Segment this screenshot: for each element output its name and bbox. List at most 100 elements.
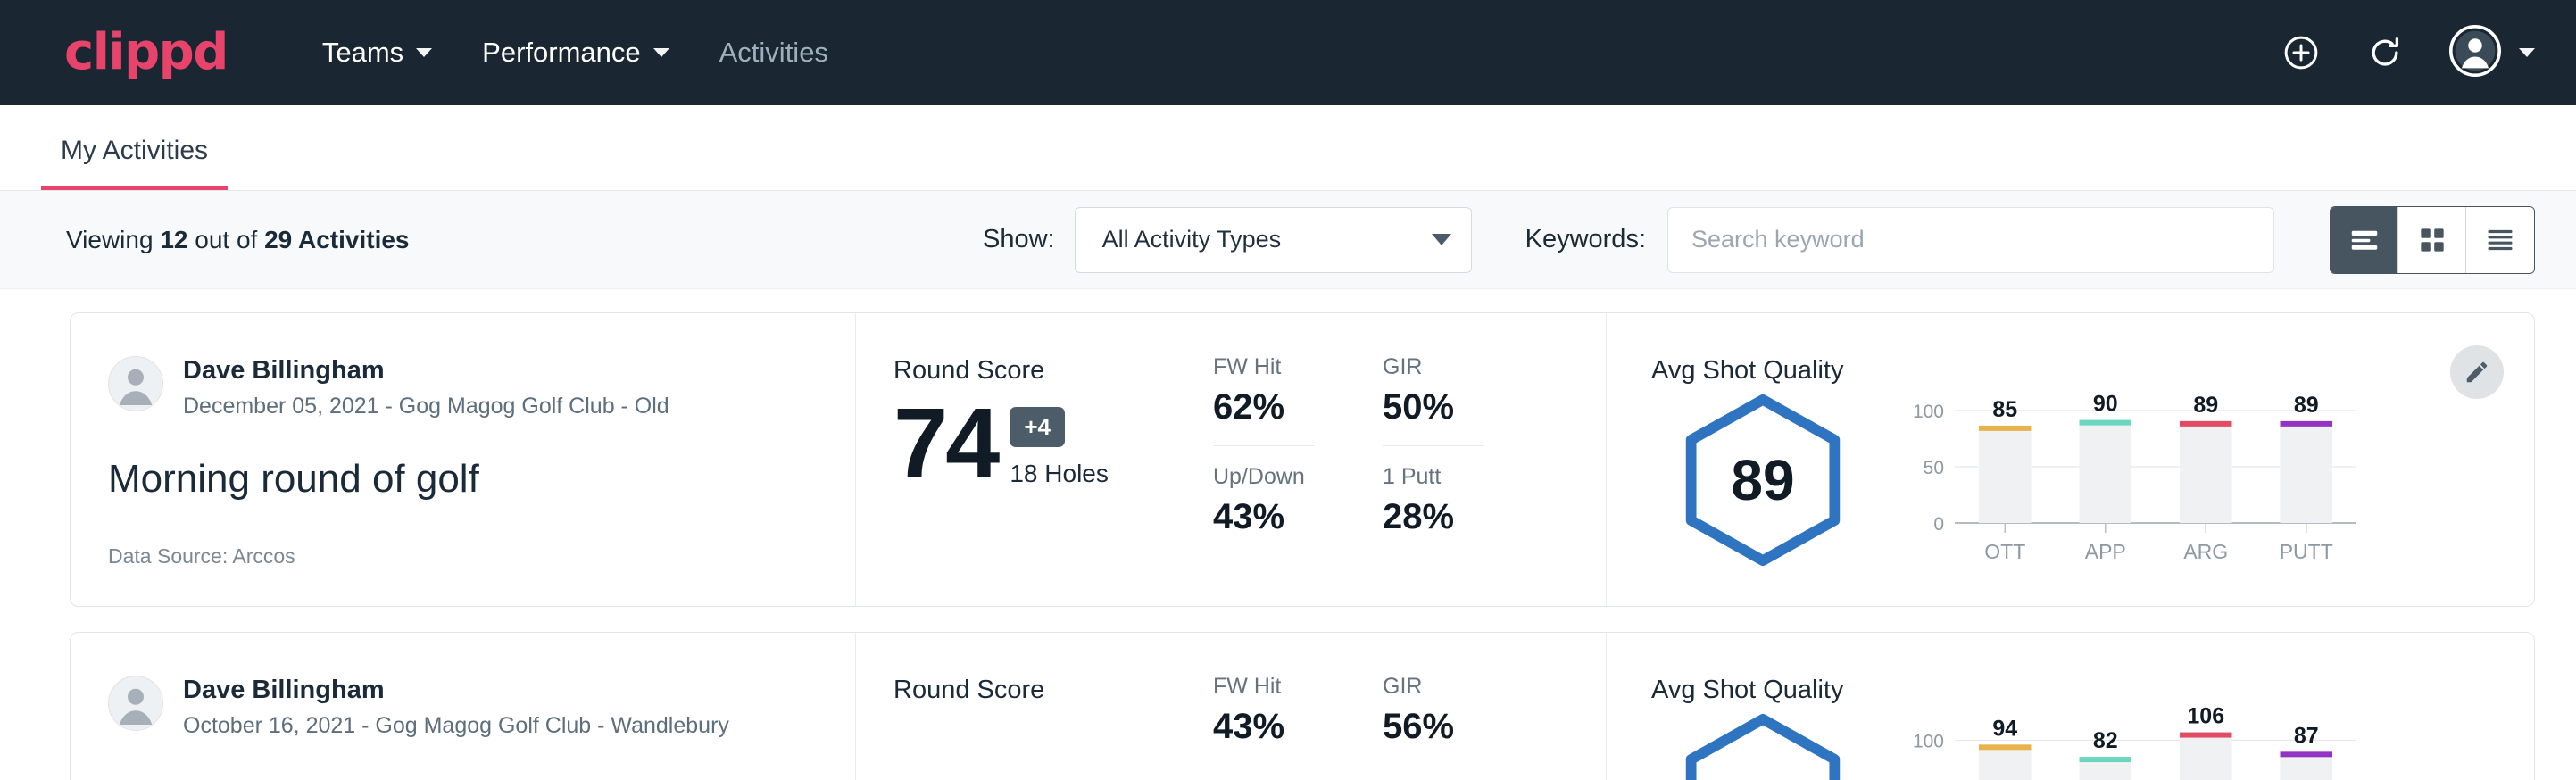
activity-round-score: Round Score 74 +4 18 Holes bbox=[856, 313, 1213, 606]
view-mode-list-button[interactable] bbox=[2331, 207, 2398, 273]
stat-fw-hit: FW Hit 62% Up/Down 43% bbox=[1213, 354, 1347, 606]
tab-my-activities-label: My Activities bbox=[61, 136, 208, 165]
svg-text:PUTT: PUTT bbox=[2280, 540, 2333, 563]
svg-text:0: 0 bbox=[1933, 514, 1944, 535]
stat-gir-label: GIR bbox=[1383, 354, 1517, 380]
view-mode-compact-button[interactable] bbox=[2466, 207, 2534, 273]
viewing-count: 12 bbox=[160, 226, 187, 253]
viewing-prefix: Viewing bbox=[66, 226, 160, 253]
show-label: Show: bbox=[983, 225, 1055, 254]
nav-item-activities-label: Activities bbox=[719, 37, 828, 69]
activity-card[interactable]: Dave Billingham December 05, 2021 - Gog … bbox=[70, 312, 2535, 607]
svg-text:87: 87 bbox=[2294, 723, 2319, 748]
avg-shot-quality-value: 89 bbox=[1675, 393, 1850, 568]
compact-view-icon bbox=[2483, 223, 2517, 257]
activity-user-name: Dave Billingham bbox=[183, 356, 669, 386]
user-menu[interactable] bbox=[2449, 25, 2535, 81]
nav-item-performance-label: Performance bbox=[482, 37, 640, 69]
viewing-mid: out of bbox=[187, 226, 264, 253]
svg-text:89: 89 bbox=[2193, 393, 2218, 418]
keywords-group: Keywords: bbox=[1525, 207, 2274, 273]
svg-text:82: 82 bbox=[2093, 728, 2118, 753]
chevron-down-icon bbox=[1432, 234, 1451, 245]
refresh-icon[interactable] bbox=[2365, 33, 2405, 72]
svg-text:ARG: ARG bbox=[2183, 540, 2228, 563]
viewing-total: 29 Activities bbox=[264, 226, 409, 253]
holes-played: 18 Holes bbox=[1010, 460, 1109, 488]
filter-bar: Viewing 12 out of 29 Activities Show: Al… bbox=[0, 191, 2576, 289]
search-input[interactable] bbox=[1667, 207, 2274, 273]
stat-up-down-label: Up/Down bbox=[1213, 464, 1347, 490]
nav-item-teams-label: Teams bbox=[322, 37, 403, 69]
stat-fw-hit-value: 43% bbox=[1213, 707, 1347, 747]
shot-quality-bar-chart: 10094OTT82APP106ARG87PUTT bbox=[1899, 707, 2364, 780]
stat-fw-hit-label: FW Hit bbox=[1213, 674, 1347, 700]
divider bbox=[1383, 445, 1484, 446]
activity-user-name: Dave Billingham bbox=[183, 676, 729, 705]
tab-bar: My Activities bbox=[0, 105, 2576, 191]
svg-text:OTT: OTT bbox=[1984, 540, 2025, 563]
stat-up-down-value: 43% bbox=[1213, 497, 1347, 537]
stat-one-putt-label: 1 Putt bbox=[1383, 464, 1517, 490]
list-view-icon bbox=[2347, 223, 2381, 257]
shot-quality-bar-chart: 10050085OTT90APP89ARG89PUTT bbox=[1899, 387, 2364, 566]
activity-round-score: Round Score bbox=[856, 633, 1213, 780]
activity-type-select-value: All Activity Types bbox=[1102, 226, 1282, 253]
view-mode-grid-button[interactable] bbox=[2398, 207, 2466, 273]
svg-text:100: 100 bbox=[1913, 731, 1944, 751]
activity-shot-quality: Avg Shot Quality 10094OTT82APP106ARG87PU… bbox=[1606, 633, 2534, 780]
activity-info: Dave Billingham October 16, 2021 - Gog M… bbox=[71, 633, 856, 780]
svg-text:85: 85 bbox=[1992, 397, 2017, 422]
stat-fw-hit: FW Hit 43% bbox=[1213, 674, 1347, 780]
viewing-summary: Viewing 12 out of 29 Activities bbox=[66, 226, 410, 254]
shot-quality-hex: 89 bbox=[1651, 387, 1874, 568]
stat-gir-label: GIR bbox=[1383, 674, 1517, 700]
round-score-value: 74 bbox=[893, 398, 997, 488]
grid-view-icon bbox=[2415, 223, 2449, 257]
tab-my-activities[interactable]: My Activities bbox=[41, 136, 228, 190]
svg-text:APP: APP bbox=[2085, 540, 2126, 563]
bar-chart-svg: 10094OTT82APP106ARG87PUTT bbox=[1899, 707, 2364, 780]
pencil-icon bbox=[2464, 359, 2490, 386]
stat-gir: GIR 56% bbox=[1383, 674, 1517, 780]
nav-item-teams[interactable]: Teams bbox=[297, 26, 457, 79]
svg-text:50: 50 bbox=[1924, 458, 1944, 478]
chevron-down-icon bbox=[653, 48, 669, 57]
divider bbox=[1213, 445, 1315, 446]
activity-subtitle: December 05, 2021 - Gog Magog Golf Club … bbox=[183, 394, 669, 419]
stat-one-putt-value: 28% bbox=[1383, 497, 1517, 537]
keywords-label: Keywords: bbox=[1525, 225, 1646, 254]
activity-user: Dave Billingham October 16, 2021 - Gog M… bbox=[108, 676, 819, 739]
top-navbar: clippd Teams Performance Activities bbox=[0, 0, 2576, 105]
data-source-label: Data Source: bbox=[108, 544, 232, 568]
activity-info: Dave Billingham December 05, 2021 - Gog … bbox=[71, 313, 856, 606]
activity-type-select[interactable]: All Activity Types bbox=[1075, 207, 1472, 273]
round-score-label: Round Score bbox=[893, 356, 1213, 386]
bar-chart-svg: 10050085OTT90APP89ARG89PUTT bbox=[1899, 387, 2364, 566]
view-mode-toggle bbox=[2330, 206, 2535, 274]
activity-stats: FW Hit 62% Up/Down 43% GIR 50% 1 Putt 28… bbox=[1213, 313, 1606, 606]
round-score-label: Round Score bbox=[893, 676, 1213, 705]
score-differential-badge: +4 bbox=[1010, 407, 1065, 447]
edit-activity-button[interactable] bbox=[2450, 345, 2504, 399]
svg-text:94: 94 bbox=[1992, 716, 2017, 741]
stat-gir-value: 50% bbox=[1383, 387, 1517, 427]
nav-right-actions bbox=[2281, 25, 2535, 81]
avatar bbox=[108, 676, 163, 731]
chevron-down-icon bbox=[416, 48, 432, 57]
activity-title: Morning round of golf bbox=[108, 457, 819, 502]
activity-card[interactable]: Dave Billingham October 16, 2021 - Gog M… bbox=[70, 632, 2535, 780]
activities-list: Dave Billingham December 05, 2021 - Gog … bbox=[0, 289, 2576, 780]
svg-text:90: 90 bbox=[2093, 392, 2118, 417]
avatar-icon bbox=[2449, 25, 2501, 81]
activity-subtitle: October 16, 2021 - Gog Magog Golf Club -… bbox=[183, 713, 729, 739]
avg-shot-quality-value bbox=[1675, 712, 1850, 780]
avg-shot-quality-label: Avg Shot Quality bbox=[1651, 356, 2534, 386]
stat-gir-value: 56% bbox=[1383, 707, 1517, 747]
plus-circle-icon[interactable] bbox=[2281, 33, 2321, 72]
app-logo[interactable]: clippd bbox=[64, 28, 228, 78]
avg-shot-quality-label: Avg Shot Quality bbox=[1651, 676, 2534, 705]
chevron-down-icon bbox=[2519, 48, 2535, 57]
nav-item-activities[interactable]: Activities bbox=[694, 26, 853, 79]
nav-item-performance[interactable]: Performance bbox=[457, 26, 694, 79]
